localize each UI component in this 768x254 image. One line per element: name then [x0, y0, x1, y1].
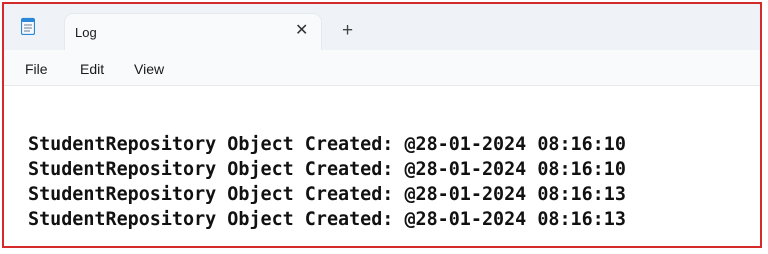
text-editor-area[interactable]: StudentRepository Object Created: @28-01…: [4, 86, 760, 246]
menu-file[interactable]: File: [25, 61, 48, 77]
tab-log[interactable]: Log ✕: [65, 14, 321, 50]
log-line: StudentRepository Object Created: @28-01…: [28, 184, 626, 205]
notepad-icon: [21, 17, 35, 35]
menu-bar: File Edit View: [4, 50, 760, 86]
log-line: StudentRepository Object Created: @28-01…: [28, 134, 626, 155]
close-icon[interactable]: ✕: [295, 21, 308, 41]
log-line: StudentRepository Object Created: @28-01…: [28, 159, 626, 180]
menu-edit[interactable]: Edit: [80, 61, 104, 77]
tab-title: Log: [75, 25, 97, 40]
title-bar: Log ✕ +: [4, 4, 760, 50]
notepad-window: Log ✕ + File Edit View StudentRepository…: [2, 2, 762, 248]
log-line: StudentRepository Object Created: @28-01…: [28, 209, 626, 230]
menu-view[interactable]: View: [134, 61, 164, 77]
new-tab-button[interactable]: +: [342, 21, 353, 41]
